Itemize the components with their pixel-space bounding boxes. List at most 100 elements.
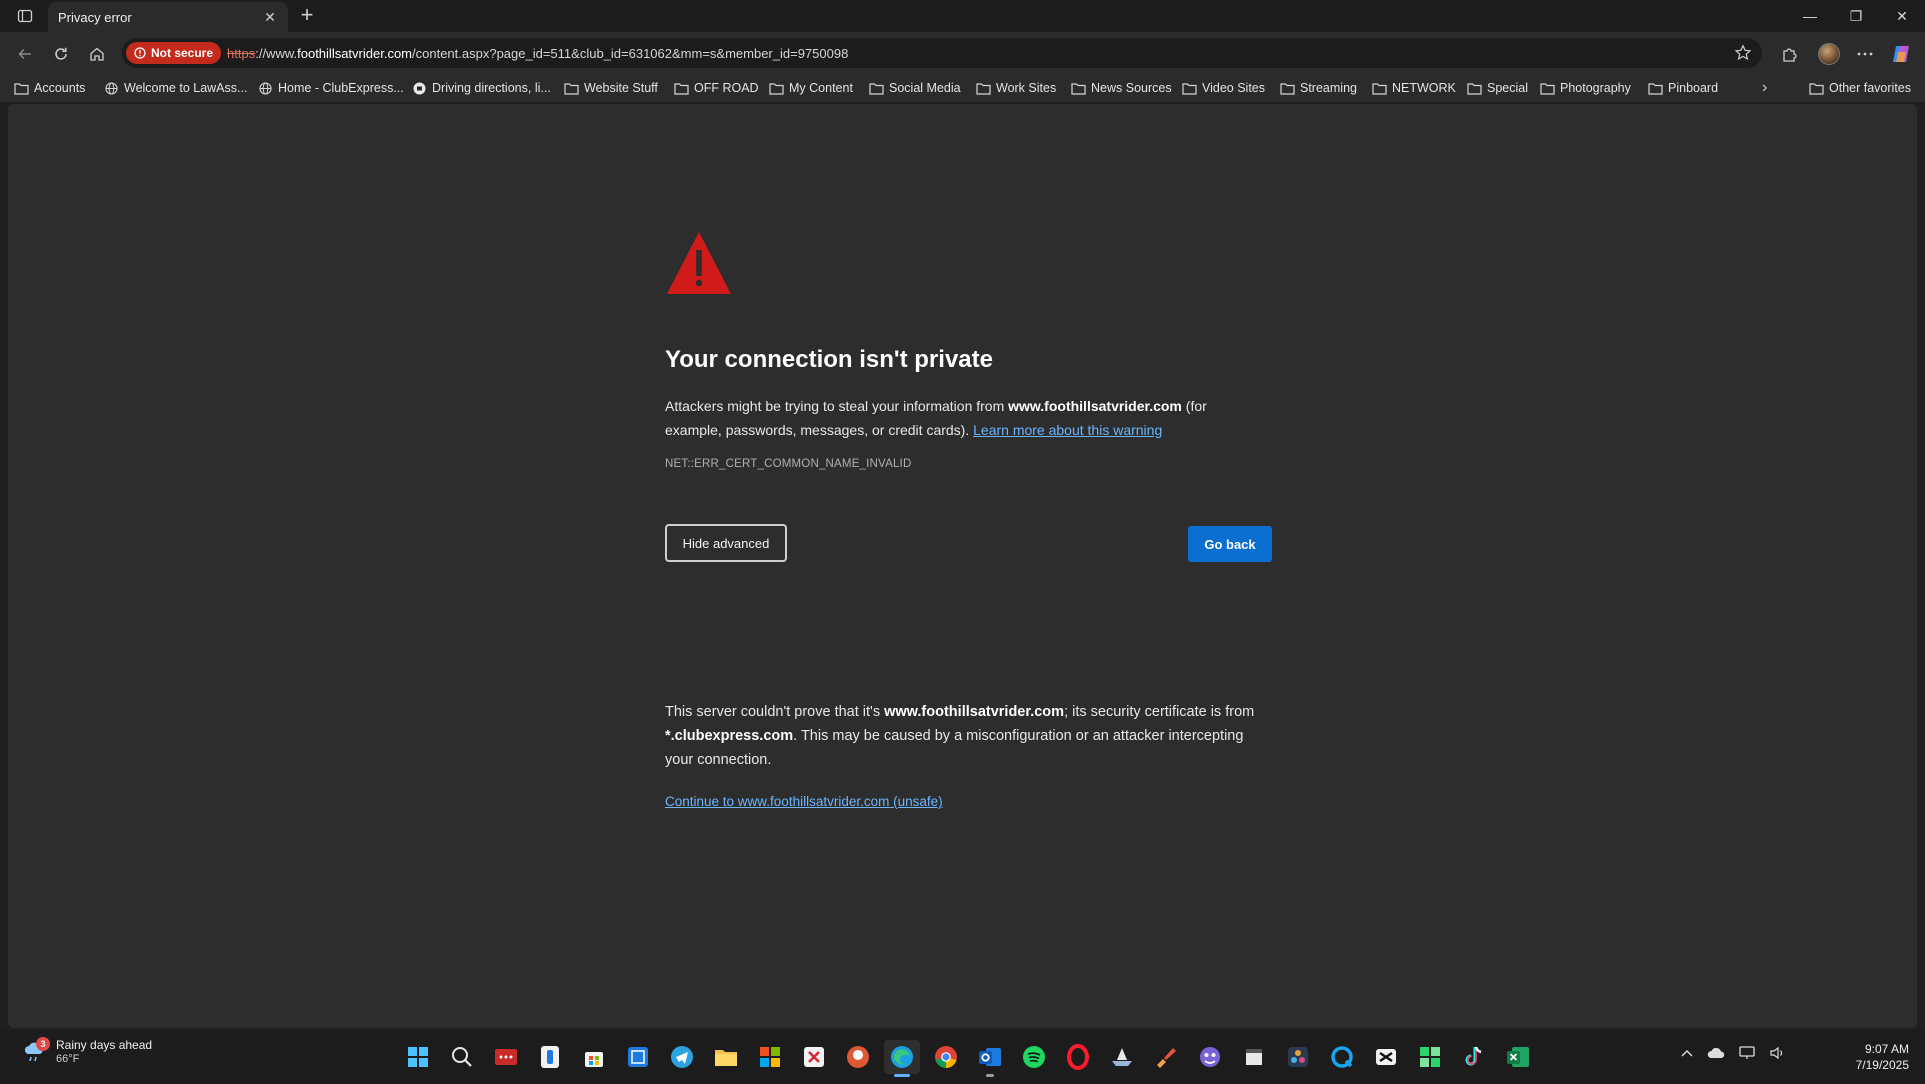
settings-more-button[interactable] [1852, 41, 1878, 67]
davinci-icon [1288, 1047, 1308, 1067]
bookmark-photography[interactable]: Photography [1540, 79, 1631, 97]
minimize-button[interactable]: — [1787, 0, 1833, 32]
system-tray [1681, 1046, 1785, 1060]
taskbar-app-capcut[interactable] [1368, 1040, 1404, 1074]
chevron-up-icon[interactable] [1681, 1049, 1693, 1057]
bookmark-streaming[interactable]: Streaming [1280, 79, 1357, 97]
home-button[interactable] [84, 41, 110, 67]
refresh-button[interactable] [48, 41, 74, 67]
favorite-button[interactable] [1734, 44, 1752, 62]
weather-widget[interactable]: 3 Rainy days ahead 66°F [22, 1036, 152, 1065]
taskbar-app-calculator[interactable] [620, 1040, 656, 1074]
bookmark-accounts[interactable]: Accounts [14, 79, 85, 97]
bookmark-network[interactable]: NETWORK [1372, 79, 1456, 97]
taskbar-app-edge[interactable] [884, 1040, 920, 1077]
bookmark-other-favorites[interactable]: Other favorites [1809, 79, 1911, 97]
bookmark-news-sources[interactable]: News Sources [1071, 79, 1172, 97]
bookmark-work-sites[interactable]: Work Sites [976, 79, 1056, 97]
excel-icon [1507, 1047, 1529, 1067]
bookmark-off-road[interactable]: OFF ROAD [674, 79, 759, 97]
new-tab-button[interactable]: + [294, 4, 320, 28]
tab-close-icon[interactable]: ✕ [262, 9, 278, 26]
tab-actions-button[interactable] [10, 6, 40, 26]
bookmarks-overflow-button[interactable]: › [1762, 79, 1767, 97]
bookmark-label: Photography [1560, 81, 1631, 95]
go-back-button[interactable]: Go back [1188, 526, 1272, 562]
bookmark-label: OFF ROAD [694, 81, 759, 95]
volume-icon[interactable] [1769, 1046, 1785, 1060]
bookmark-video-sites[interactable]: Video Sites [1182, 79, 1265, 97]
taskbar-app-windows-start[interactable] [400, 1040, 436, 1074]
not-secure-badge[interactable]: Not secure [126, 42, 222, 64]
taskbar-app-excel[interactable] [1500, 1040, 1536, 1074]
taskbar-app-search[interactable] [444, 1040, 480, 1074]
taskbar-app-keyboard-app[interactable] [532, 1040, 568, 1074]
taskbar-app-file-explorer[interactable] [708, 1040, 744, 1074]
bookmark-welcome-to-lawass[interactable]: Welcome to LawAss... [104, 79, 247, 97]
folder-icon [869, 82, 884, 95]
bookmark-my-content[interactable]: My Content [769, 79, 853, 97]
learn-more-link[interactable]: Learn more about this warning [973, 422, 1162, 438]
folder-icon [1648, 82, 1663, 95]
bookmark-pinboard[interactable]: Pinboard [1648, 79, 1718, 97]
bookmark-label: Other favorites [1829, 81, 1911, 95]
profile-button[interactable] [1816, 41, 1842, 67]
clock[interactable]: 9:07 AM 7/19/2025 [1856, 1041, 1909, 1073]
copilot-button[interactable] [1888, 41, 1914, 67]
detail-host: www.foothillsatvrider.com [884, 704, 1065, 720]
taskbar-app-microsoft[interactable] [752, 1040, 788, 1074]
taskbar-app-duckduckgo[interactable] [840, 1040, 876, 1074]
taskbar-app-outlook[interactable] [972, 1040, 1008, 1077]
taskbar-app-brush-app[interactable] [1148, 1040, 1184, 1074]
q-app-icon [1331, 1046, 1353, 1068]
map-icon [413, 82, 426, 94]
bookmark-label: Social Media [889, 81, 961, 95]
taskbar-app-chrome[interactable] [928, 1040, 964, 1074]
desc-text-1: Attackers might be trying to steal your … [665, 398, 1009, 414]
taskbar-app-store[interactable] [576, 1040, 612, 1074]
taskbar-app-copilot[interactable] [1192, 1040, 1228, 1074]
taskbar-app-ship-app[interactable] [1104, 1040, 1140, 1074]
continue-unsafe-link[interactable]: Continue to www.foothillsatvrider.com (u… [665, 794, 943, 809]
back-arrow-icon [18, 48, 31, 60]
url-text[interactable]: https://www.foothillsatvrider.com/conten… [227, 46, 848, 61]
extensions-button[interactable] [1776, 41, 1802, 67]
bookmark-label: Accounts [34, 81, 86, 95]
taskbar-app-dots-app[interactable] [488, 1040, 524, 1074]
onedrive-cloud-icon[interactable] [1707, 1047, 1725, 1059]
bookmark-driving-directions-li[interactable]: Driving directions, li... [412, 79, 551, 97]
spotify-icon [1023, 1046, 1045, 1068]
bookmark-social-media[interactable]: Social Media [869, 79, 961, 97]
restore-button[interactable]: ❐ [1833, 0, 1879, 32]
taskbar-app-spotify[interactable] [1016, 1040, 1052, 1074]
edge-icon [891, 1046, 913, 1068]
error-code: NET::ERR_CERT_COMMON_NAME_INVALID [665, 458, 912, 470]
taskbar-app-davinci[interactable] [1280, 1040, 1316, 1074]
bookmark-label: Special [1487, 81, 1528, 95]
close-window-button[interactable]: ✕ [1879, 0, 1925, 32]
duckduckgo-icon [847, 1046, 869, 1068]
taskbar-app-q-app[interactable] [1324, 1040, 1360, 1074]
detail-text-1: This server couldn't prove that it's [665, 704, 885, 720]
opera-icon [1067, 1044, 1089, 1070]
shield-warning-icon [134, 47, 146, 59]
bookmark-special[interactable]: Special [1467, 79, 1528, 97]
taskbar-app-green-app[interactable] [1412, 1040, 1448, 1074]
taskbar-app-tiktok[interactable] [1456, 1040, 1492, 1074]
taskbar-app-clapper[interactable] [1236, 1040, 1272, 1074]
more-dots-icon [1857, 52, 1873, 56]
windows-start-icon [408, 1047, 428, 1067]
bookmark-label: NETWORK [1392, 81, 1456, 95]
address-bar[interactable]: Not secure https://www.foothillsatvrider… [122, 38, 1762, 68]
telegram-icon [671, 1046, 693, 1068]
taskbar-app-telegram[interactable] [664, 1040, 700, 1074]
bookmark-home-clubexpress[interactable]: Home - ClubExpress... [258, 79, 404, 97]
taskbar-app-snip[interactable] [796, 1040, 832, 1074]
file-explorer-icon [715, 1050, 737, 1066]
bookmark-website-stuff[interactable]: Website Stuff [564, 79, 658, 97]
tab-privacy-error[interactable]: Privacy error ✕ [48, 2, 288, 32]
hide-advanced-button[interactable]: Hide advanced [665, 524, 787, 562]
network-icon[interactable] [1739, 1046, 1755, 1060]
back-button[interactable] [12, 41, 38, 67]
taskbar-app-opera[interactable] [1060, 1040, 1096, 1074]
